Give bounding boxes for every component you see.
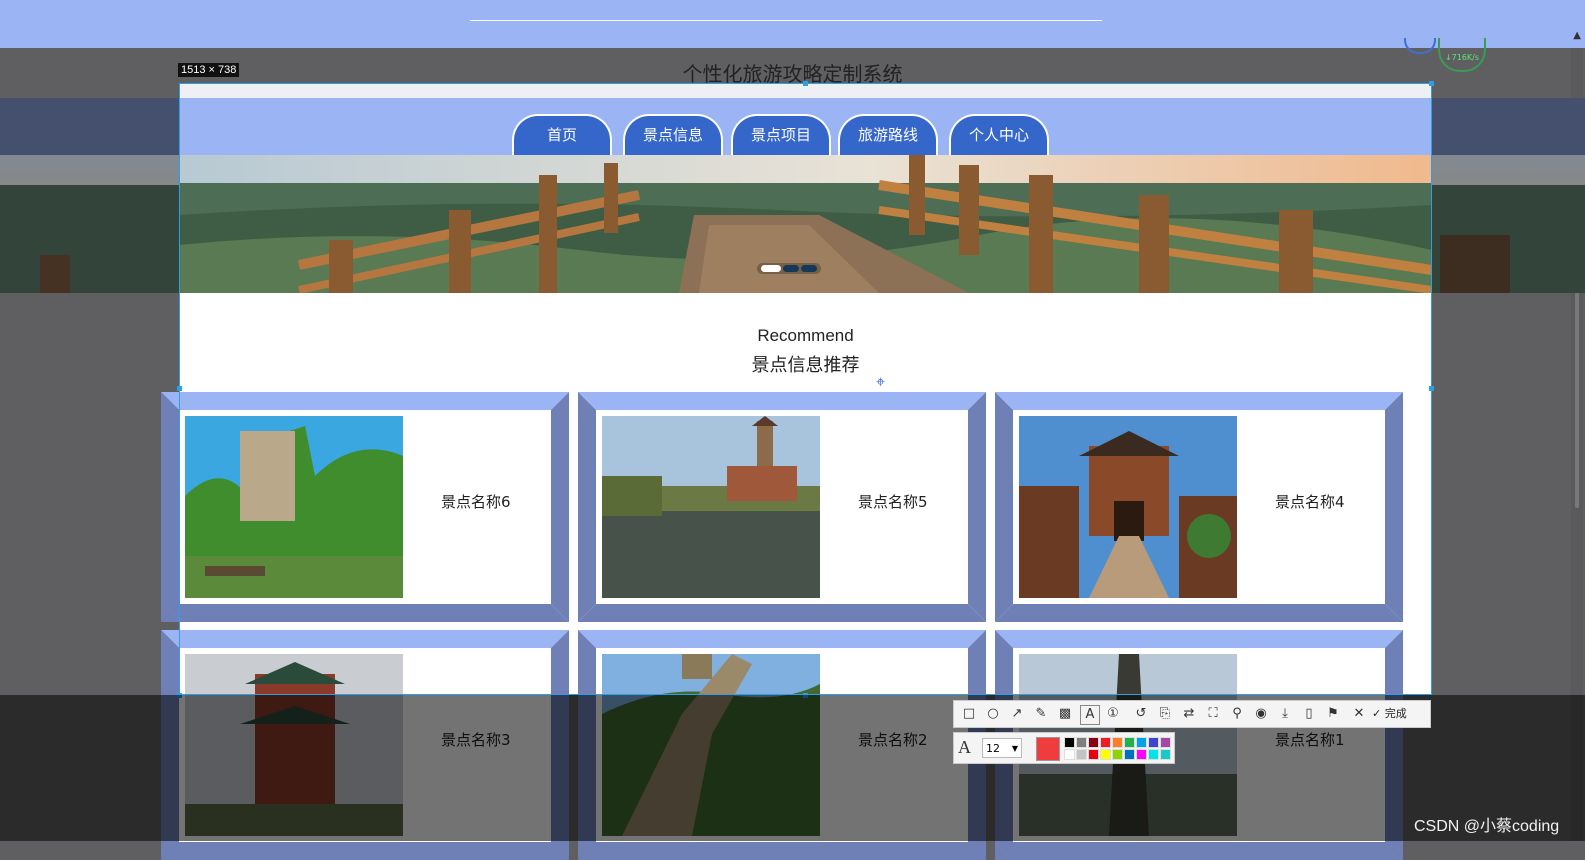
color-swatch[interactable] xyxy=(1088,749,1099,760)
recommend-title-zh: 景点信息推荐 xyxy=(751,355,860,376)
carousel-dot-1[interactable] xyxy=(761,265,781,272)
bookmark-icon[interactable]: ⚑ xyxy=(1324,705,1342,723)
pin-icon[interactable]: ⚲ xyxy=(1228,705,1246,723)
mosaic-icon[interactable]: ▩ xyxy=(1056,705,1074,723)
attraction-card[interactable]: 景点名称5 xyxy=(578,392,986,622)
close-icon[interactable]: ✕ xyxy=(1350,705,1368,723)
crosshair-cursor-icon: ⌖ xyxy=(876,372,886,391)
carousel-dot-3[interactable] xyxy=(801,265,817,272)
color-swatch[interactable] xyxy=(1124,737,1135,748)
color-swatch[interactable] xyxy=(1064,737,1075,748)
text-settings-bar: A 12 ▼ xyxy=(953,732,1175,764)
network-indicator-icon xyxy=(1404,38,1436,54)
attraction-name[interactable]: 景点名称6 xyxy=(441,491,511,512)
color-swatch[interactable] xyxy=(1124,749,1135,760)
color-swatch[interactable] xyxy=(1100,749,1111,760)
text-icon[interactable]: A xyxy=(1080,705,1100,725)
color-swatch[interactable] xyxy=(1064,749,1075,760)
rectangle-icon[interactable]: □ xyxy=(960,705,978,723)
main-nav: 首页 景点信息 景点项目 旅游路线 个人中心 xyxy=(179,98,1432,156)
pagoda-lake-photo[interactable] xyxy=(602,416,820,598)
card-body: 景点名称6 xyxy=(179,410,551,604)
record-icon[interactable]: ◉ xyxy=(1252,705,1270,723)
done-label: 完成 xyxy=(1384,707,1407,720)
resize-handle-top-right[interactable] xyxy=(1429,81,1434,86)
attraction-name[interactable]: 景点名称4 xyxy=(1275,491,1345,512)
csdn-watermark: CSDN @小蔡coding xyxy=(1414,818,1560,835)
color-swatch[interactable] xyxy=(1160,749,1171,760)
color-swatch[interactable] xyxy=(1076,749,1087,760)
translate-icon[interactable]: ⇄ xyxy=(1180,705,1198,723)
chevron-down-icon: ▼ xyxy=(1011,744,1018,753)
hero-banner[interactable] xyxy=(179,155,1432,293)
undo-icon[interactable]: ↺ xyxy=(1132,705,1150,723)
color-swatch[interactable] xyxy=(1088,737,1099,748)
font-size-icon: A xyxy=(958,737,971,757)
browser-top-strip xyxy=(0,0,1585,48)
phone-icon[interactable]: ▯ xyxy=(1300,705,1318,723)
color-swatch[interactable] xyxy=(1112,749,1123,760)
attraction-name[interactable]: 景点名称5 xyxy=(858,491,928,512)
color-swatch[interactable] xyxy=(1148,737,1159,748)
resize-handle-left[interactable] xyxy=(177,386,182,391)
card-body: 景点名称5 xyxy=(596,410,968,604)
attraction-card[interactable]: 景点名称6 xyxy=(161,392,569,622)
ocr-icon[interactable]: ⎘ xyxy=(1156,705,1174,723)
mountain-river-photo[interactable] xyxy=(185,416,403,598)
old-town-gate-photo[interactable] xyxy=(1019,416,1237,598)
color-swatch[interactable] xyxy=(1148,749,1159,760)
font-size-select[interactable]: 12 ▼ xyxy=(982,738,1022,758)
resize-handle-top[interactable] xyxy=(803,81,808,86)
arrow-icon[interactable]: ↗ xyxy=(1008,705,1026,723)
capture-size-label: 1513 × 738 xyxy=(178,63,240,77)
color-swatch[interactable] xyxy=(1076,737,1087,748)
color-swatch[interactable] xyxy=(1136,749,1147,760)
download-icon[interactable]: ⤓ xyxy=(1276,705,1294,723)
recommend-title-en: Recommend xyxy=(757,326,854,345)
attraction-card[interactable]: 景点名称4 xyxy=(995,392,1403,622)
nav-tab-attraction-projects[interactable]: 景点项目 xyxy=(731,114,831,156)
color-swatch[interactable] xyxy=(1136,737,1147,748)
color-swatch[interactable] xyxy=(1100,737,1111,748)
nav-tab-personal-center[interactable]: 个人中心 xyxy=(949,114,1049,156)
ellipse-icon[interactable]: ○ xyxy=(984,705,1002,723)
color-swatch[interactable] xyxy=(1112,737,1123,748)
carousel-dot-2[interactable] xyxy=(783,265,799,272)
number-icon[interactable]: ① xyxy=(1104,705,1122,723)
pen-icon[interactable]: ✎ xyxy=(1032,705,1050,723)
card-body: 景点名称4 xyxy=(1013,410,1385,604)
done-button[interactable]: ✓ 完成 xyxy=(1372,705,1407,721)
screenshot-toolbar: □ ○ ↗ ✎ ▩ A ① ↺ ⎘ ⇄ ⛶ ⚲ ◉ ⤓ ▯ ⚑ ✕ ✓ 完成 xyxy=(953,700,1431,728)
font-size-value: 12 xyxy=(986,742,1000,755)
carousel-indicators xyxy=(757,263,821,274)
scroll-up-arrow-icon[interactable]: ▲ xyxy=(1573,30,1581,41)
nav-tab-home[interactable]: 首页 xyxy=(512,114,612,156)
address-underline xyxy=(470,20,1102,21)
current-color-swatch[interactable] xyxy=(1036,737,1060,761)
color-swatch[interactable] xyxy=(1160,737,1171,748)
long-screenshot-icon[interactable]: ⛶ xyxy=(1204,705,1222,723)
check-icon: ✓ xyxy=(1372,707,1382,720)
nav-tab-travel-routes[interactable]: 旅游路线 xyxy=(838,114,938,156)
resize-handle-right[interactable] xyxy=(1429,386,1434,391)
nav-tab-attractions[interactable]: 景点信息 xyxy=(623,114,723,156)
